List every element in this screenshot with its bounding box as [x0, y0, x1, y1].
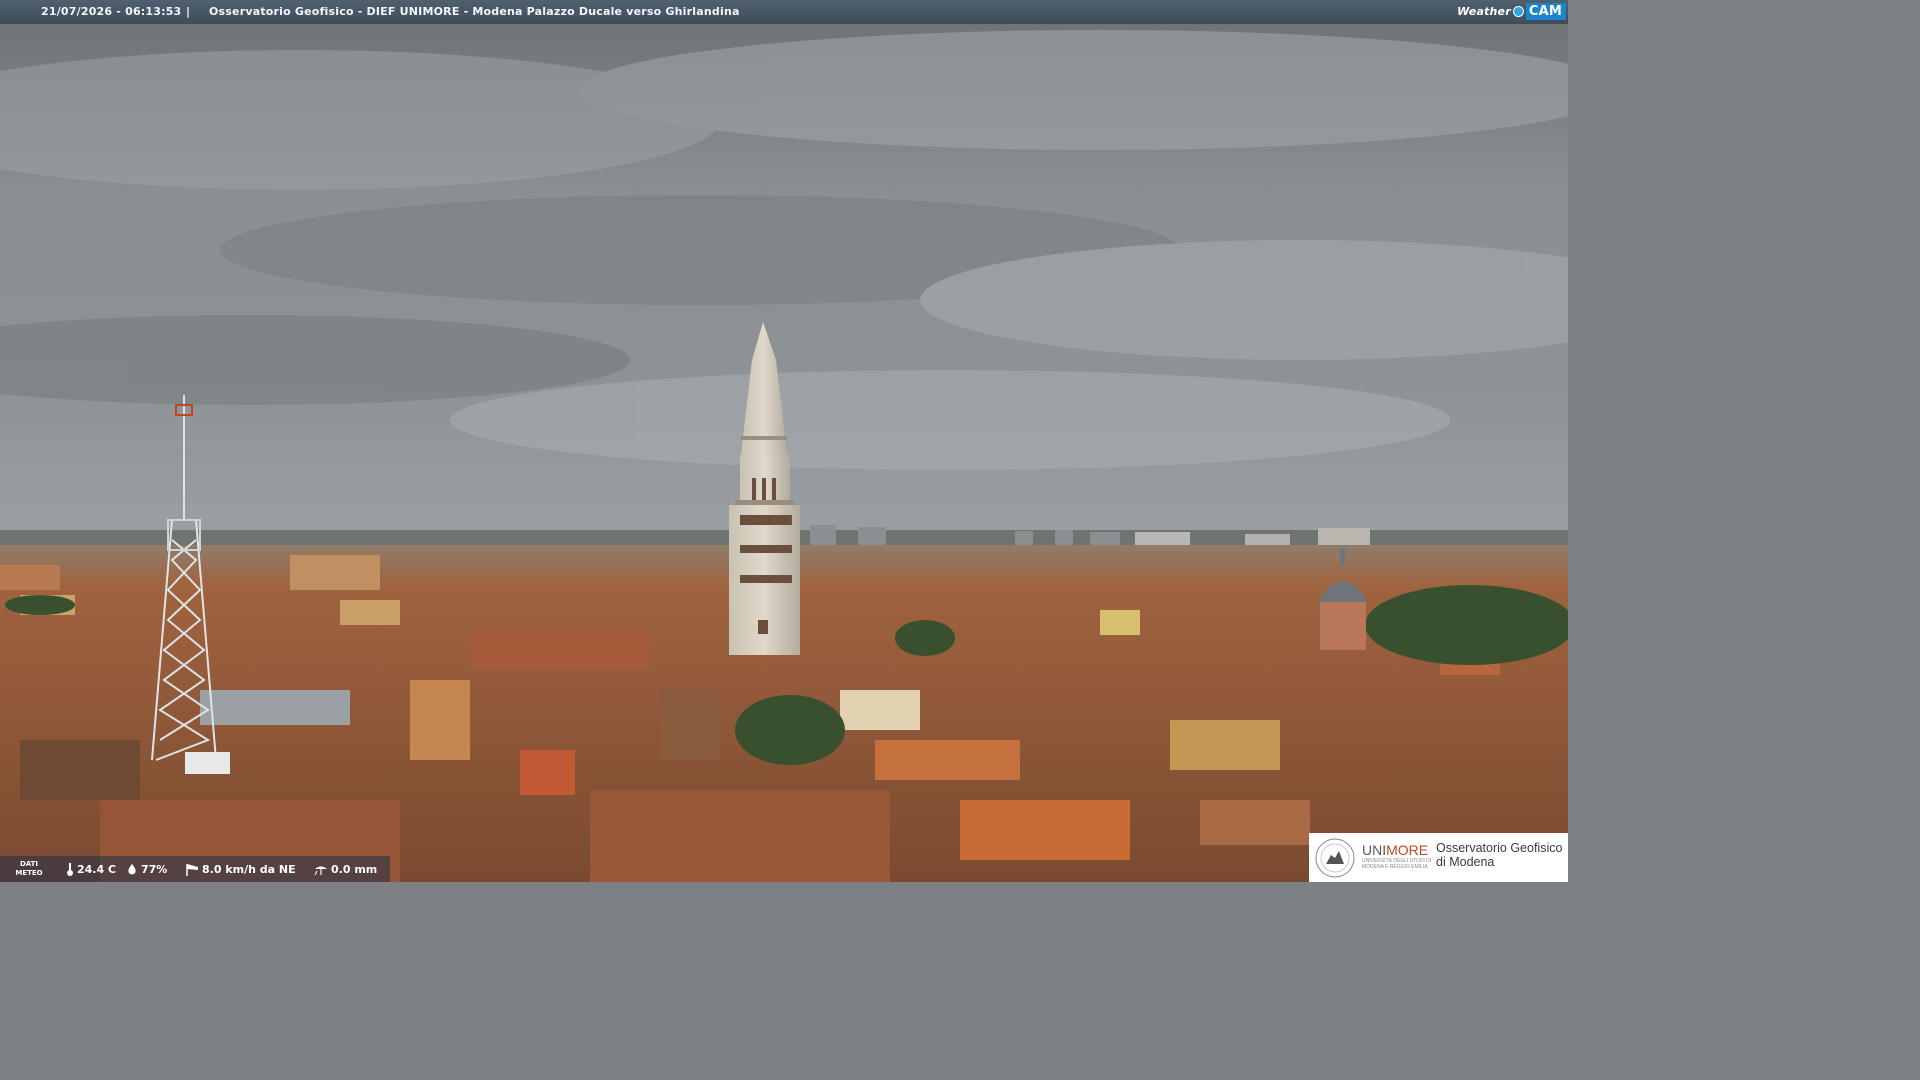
- wind-sock-icon: [186, 864, 198, 876]
- temperature-reading: 24.4 C: [66, 863, 116, 876]
- camera-info-bar: 21/07/2026 - 06:13:53 | Osservatorio Geo…: [0, 0, 1568, 24]
- humidity-reading: 77%: [126, 863, 167, 876]
- observatory-line2: di Modena: [1436, 855, 1495, 869]
- rain-value: 0.0 mm: [331, 863, 378, 876]
- unimore-wordmark: UNIMORE: [1362, 842, 1428, 858]
- thermometer-icon: [67, 863, 73, 876]
- meteo-label: DATI METEO: [15, 860, 43, 878]
- weather-data-bar: DATI METEO 24.4 C 77% 8.0 km/h da NE 0.0…: [0, 856, 390, 882]
- antenna-base-box: [185, 752, 230, 774]
- observatory-name: Osservatorio Geofisico di Modena: [1436, 841, 1562, 869]
- university-seal-icon: [1315, 838, 1355, 878]
- humidity-value: 77%: [141, 863, 168, 876]
- unimore-suffix: MORE: [1386, 842, 1429, 858]
- brand-weather-text: Weather: [1457, 5, 1511, 18]
- timestamp: 21/07/2026 - 06:13:53: [41, 5, 182, 18]
- meteo-label-line1: DATI: [19, 860, 39, 868]
- rain-gauge-icon: [314, 866, 327, 875]
- webcam-scene: [0, 0, 1568, 882]
- unimore-subtitle: UNIVERSITÀ DEGLI STUDI DI MODENA E REGGI…: [1362, 858, 1432, 870]
- temperature-value: 24.4 C: [77, 863, 117, 876]
- wind-value: 8.0 km/h da NE: [202, 863, 296, 876]
- observatory-line1: Osservatorio Geofisico: [1436, 841, 1563, 855]
- rain-reading: 0.0 mm: [314, 863, 377, 876]
- weathercam-logo: Weather CAM: [1457, 1, 1566, 22]
- meteo-label-line2: METEO: [15, 869, 43, 877]
- brand-cam-text: CAM: [1525, 3, 1566, 20]
- unimore-prefix: UNI: [1362, 842, 1387, 858]
- wind-reading: 8.0 km/h da NE: [185, 863, 296, 876]
- weathercam-logo-icon: [1512, 6, 1524, 17]
- camera-title: Osservatorio Geofisico - DIEF UNIMORE - …: [209, 5, 740, 18]
- unimore-observatory-logo: UNIMORE UNIVERSITÀ DEGLI STUDI DI MODENA…: [1309, 833, 1568, 882]
- humidity-drop-icon: [128, 863, 136, 874]
- clouds: [0, 30, 1568, 470]
- separator: |: [186, 5, 191, 18]
